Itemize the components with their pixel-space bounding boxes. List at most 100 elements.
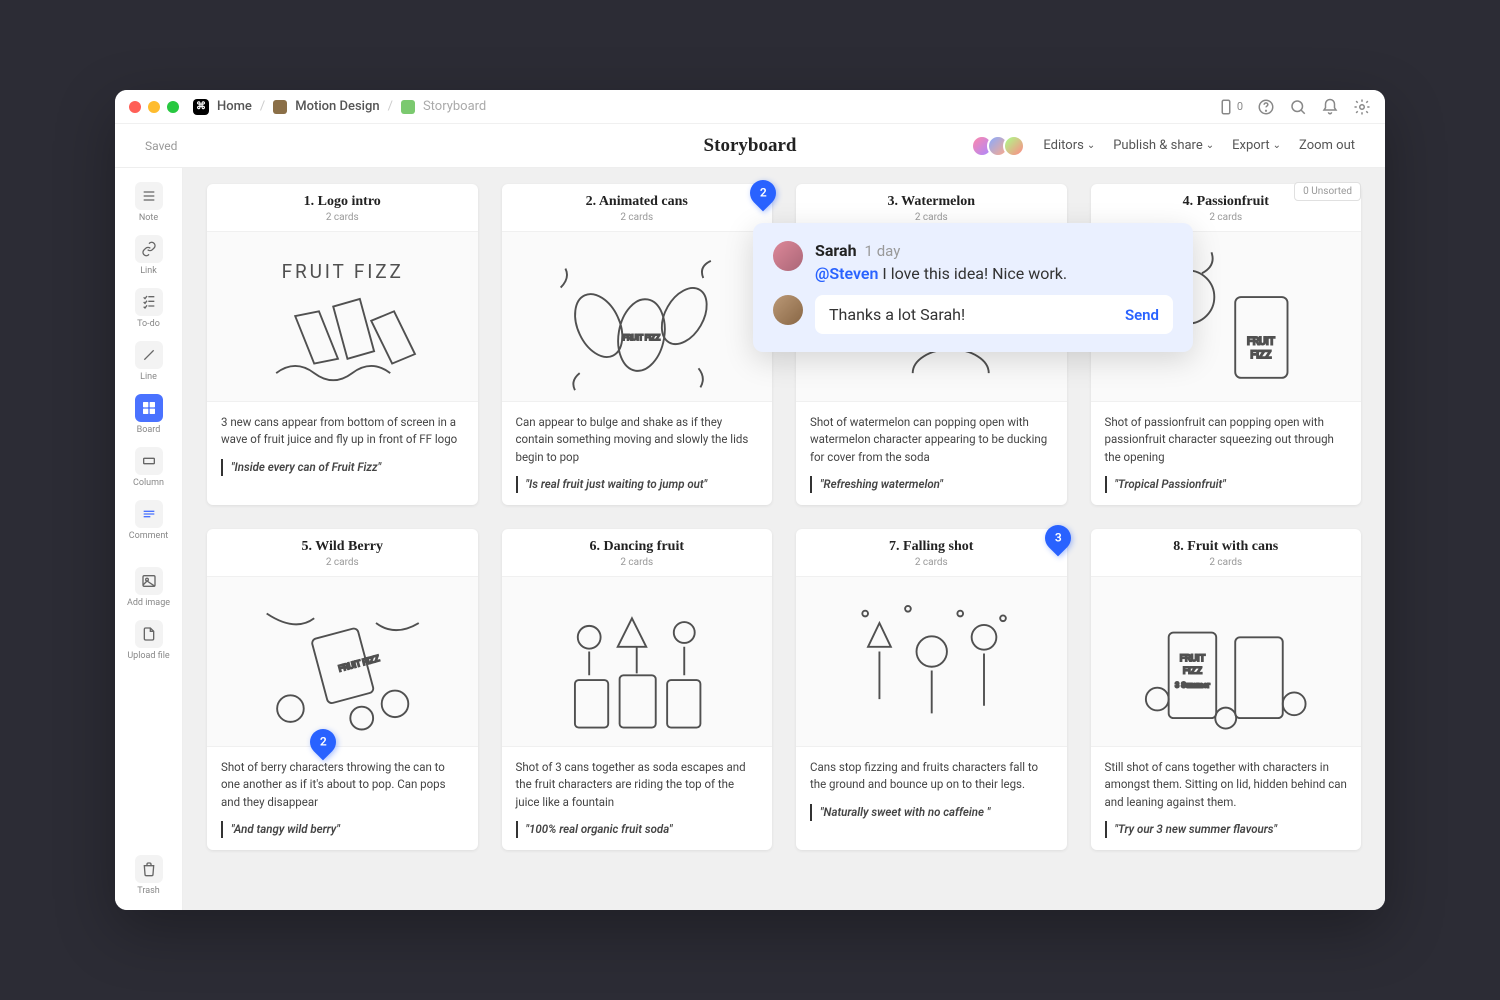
card-body: Shot of 3 cans together as soda escapes …: [502, 747, 773, 850]
breadcrumb: ⌘ Home / Motion Design / Storyboard: [193, 99, 486, 115]
svg-text:3 Summer: 3 Summer: [1175, 681, 1210, 690]
card-header: 2. Animated cans 2 cards: [502, 184, 773, 232]
card-description: Shot of 3 cans together as soda escapes …: [516, 759, 759, 811]
tool-comment[interactable]: Comment: [123, 496, 175, 545]
card-quote: "Tropical Passionfruit": [1105, 476, 1348, 493]
maximize-window-icon[interactable]: [167, 101, 179, 113]
card-quote: "Inside every can of Fruit Fizz": [221, 459, 464, 476]
tool-board[interactable]: Board: [123, 390, 175, 439]
tool-link[interactable]: Link: [123, 231, 175, 280]
card-title: 5. Wild Berry: [215, 539, 470, 555]
gear-icon[interactable]: [1353, 98, 1371, 116]
card-description: Cans stop fizzing and fruits characters …: [810, 759, 1053, 794]
comment-author: Sarah: [815, 241, 857, 260]
document-actions: Editors⌄ Publish & share⌄ Export⌄ Zoom o…: [977, 135, 1355, 157]
comment-text: @Steven I love this idea! Nice work.: [815, 264, 1173, 283]
card-quote: "Try our 3 new summer flavours": [1105, 821, 1348, 838]
svg-text:FRUIT FIZZ: FRUIT FIZZ: [281, 260, 403, 283]
card-subtitle: 2 cards: [510, 212, 765, 223]
device-preview-icon[interactable]: 0: [1217, 98, 1243, 116]
breadcrumb-current: Storyboard: [423, 99, 486, 114]
tool-todo[interactable]: To-do: [123, 284, 175, 333]
svg-text:FRUIT FIZZ: FRUIT FIZZ: [337, 654, 380, 675]
export-dropdown[interactable]: Export⌄: [1232, 138, 1281, 153]
zoom-out-button[interactable]: Zoom out: [1299, 138, 1355, 153]
storyboard-card[interactable]: 8. Fruit with cans2 cards FRUITFIZZ 3 Summ…: [1091, 529, 1362, 850]
card-body: 3 new cans appear from bottom of screen …: [207, 402, 478, 488]
publish-dropdown[interactable]: Publish & share⌄: [1113, 138, 1214, 153]
breadcrumb-separator: /: [260, 99, 265, 114]
reply-input[interactable]: Thanks a lot Sarah! Send: [815, 295, 1173, 334]
card-header: 8. Fruit with cans2 cards: [1091, 529, 1362, 577]
svg-text:FRUIT FIZZ: FRUIT FIZZ: [623, 333, 661, 342]
card-title: 8. Fruit with cans: [1099, 539, 1354, 555]
card-subtitle: 2 cards: [510, 557, 765, 568]
card-sketch: [502, 577, 773, 747]
card-body: Shot of passionfruit can popping open wi…: [1091, 402, 1362, 505]
reply-text: Thanks a lot Sarah!: [829, 305, 965, 324]
storyboard-card[interactable]: 37. Falling shot2 cardsCans stop fizzing…: [796, 529, 1067, 850]
card-quote: "Is real fruit just waiting to jump out": [516, 476, 759, 493]
svg-text:FIZZ: FIZZ: [1250, 348, 1271, 361]
editors-dropdown[interactable]: Editors⌄: [1043, 138, 1095, 153]
card-description: 3 new cans appear from bottom of screen …: [221, 414, 464, 449]
tool-column[interactable]: Column: [123, 443, 175, 492]
titlebar: ⌘ Home / Motion Design / Storyboard 0: [115, 90, 1385, 124]
card-subtitle: 2 cards: [804, 557, 1059, 568]
search-icon[interactable]: [1289, 98, 1307, 116]
card-body: Can appear to bulge and shake as if they…: [502, 402, 773, 505]
card-quote: "Naturally sweet with no caffeine ": [810, 804, 1053, 821]
card-sketch: FRUIT FIZZ: [502, 232, 773, 402]
avatar: [773, 241, 803, 271]
card-quote: "100% real organic fruit soda": [516, 821, 759, 838]
card-body: Still shot of cans together with charact…: [1091, 747, 1362, 850]
tool-line[interactable]: Line: [123, 337, 175, 386]
app-logo-icon[interactable]: ⌘: [193, 99, 209, 115]
help-icon[interactable]: [1257, 98, 1275, 116]
svg-text:FRUIT: FRUIT: [1247, 335, 1275, 348]
folder-icon: [401, 100, 415, 114]
storyboard-card[interactable]: 6. Dancing fruit 2 cards Shot of 3 cans to…: [502, 529, 773, 850]
card-title: 6. Dancing fruit: [510, 539, 765, 555]
main-area: Note Link To-do Line Board Column Commen…: [115, 168, 1385, 910]
card-body: Shot of watermelon can popping open with…: [796, 402, 1067, 505]
card-sketch: [796, 577, 1067, 747]
minimize-window-icon[interactable]: [148, 101, 160, 113]
close-window-icon[interactable]: [129, 101, 141, 113]
comment-popup: Sarah 1 day @Steven I love this idea! Ni…: [753, 223, 1193, 352]
card-subtitle: 2 cards: [1099, 212, 1354, 223]
page-title[interactable]: Storyboard: [704, 135, 797, 157]
card-description: Still shot of cans together with charact…: [1105, 759, 1348, 811]
user-mention[interactable]: @Steven: [815, 264, 878, 283]
card-quote: "Refreshing watermelon": [810, 476, 1053, 493]
document-header: Saved Storyboard Editors⌄ Publish & shar…: [115, 124, 1385, 168]
tool-trash[interactable]: Trash: [123, 851, 175, 900]
svg-text:FRUIT: FRUIT: [1180, 654, 1206, 665]
card-header: 6. Dancing fruit 2 cards: [502, 529, 773, 577]
traffic-lights: [129, 101, 179, 113]
card-subtitle: 2 cards: [215, 212, 470, 223]
send-button[interactable]: Send: [1125, 306, 1159, 324]
storyboard-card[interactable]: 22. Animated cans2 cardsFRUIT FIZZCan ap…: [502, 184, 773, 505]
bell-icon[interactable]: [1321, 98, 1339, 116]
tool-note[interactable]: Note: [123, 178, 175, 227]
card-sketch: FRUITFIZZ 3 Summer: [1091, 577, 1362, 747]
titlebar-actions: 0: [1217, 98, 1371, 116]
app-window: ⌘ Home / Motion Design / Storyboard 0 Sa…: [115, 90, 1385, 910]
svg-text:FIZZ: FIZZ: [1183, 666, 1203, 677]
tool-add-image[interactable]: Add image: [123, 563, 175, 612]
storyboard-card[interactable]: 1. Logo intro 2 cards FRUIT FIZZ 3 new cans…: [207, 184, 478, 505]
tool-upload-file[interactable]: Upload file: [123, 616, 175, 665]
collaborator-avatars[interactable]: [977, 135, 1025, 157]
card-header: 1. Logo intro 2 cards: [207, 184, 478, 232]
breadcrumb-home[interactable]: Home: [217, 99, 252, 114]
card-title: 1. Logo intro: [215, 194, 470, 210]
card-title: 2. Animated cans: [510, 194, 765, 210]
card-body: Cans stop fizzing and fruits characters …: [796, 747, 1067, 833]
breadcrumb-separator: /: [388, 99, 393, 114]
board-canvas[interactable]: 0 Unsorted 1. Logo intro 2 cards FRUIT FIZ…: [183, 168, 1385, 910]
breadcrumb-motion-design[interactable]: Motion Design: [295, 99, 379, 114]
storyboard-card[interactable]: 25. Wild Berry2 cardsFRUIT FIZZShot of b…: [207, 529, 478, 850]
card-subtitle: 2 cards: [215, 557, 470, 568]
unsorted-badge[interactable]: 0 Unsorted: [1294, 182, 1361, 201]
